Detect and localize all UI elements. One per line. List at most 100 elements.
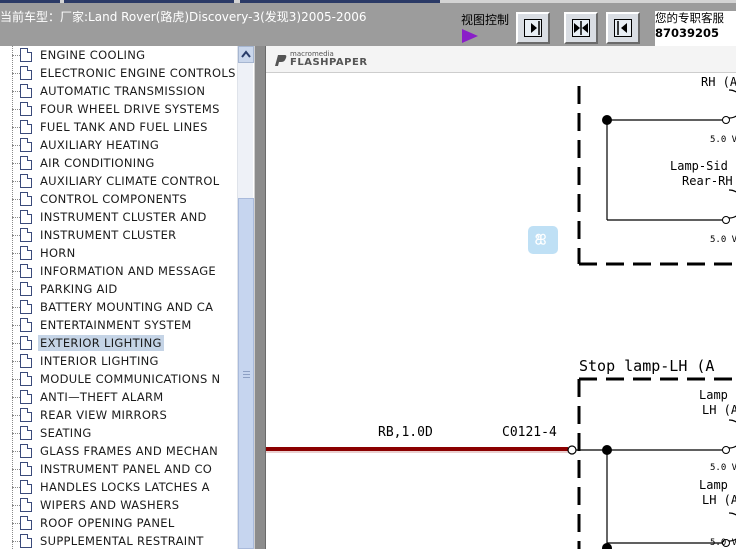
document-icon xyxy=(20,498,32,512)
sidebar-tree-item[interactable]: SUPPLEMENTAL RESTRAINT xyxy=(12,532,240,549)
diagram-junction xyxy=(602,115,612,125)
tree-connector xyxy=(12,289,20,290)
play-icon[interactable] xyxy=(462,29,478,43)
diagram-terminal xyxy=(722,446,730,454)
sidebar-item-label: FOUR WHEEL DRIVE SYSTEMS xyxy=(40,102,220,116)
sidebar-item-label: GLASS FRAMES AND MECHAN xyxy=(40,444,219,458)
sidebar-tree-item[interactable]: BATTERY MOUNTING AND CA xyxy=(12,298,240,316)
sidebar-tree-item[interactable]: AIR CONDITIONING xyxy=(12,154,240,172)
sidebar-item-label: INTERIOR LIGHTING xyxy=(40,354,159,368)
sidebar-tree-item[interactable]: FOUR WHEEL DRIVE SYSTEMS xyxy=(12,100,240,118)
tree-connector xyxy=(12,199,20,200)
sidebar-tree-item[interactable]: SEATING xyxy=(12,424,240,442)
sidebar-tree-item[interactable]: AUTOMATIC TRANSMISSION xyxy=(12,82,240,100)
arrow-left-icon xyxy=(617,21,627,35)
tree-connector xyxy=(12,307,20,308)
sidebar-scrollbar[interactable] xyxy=(237,46,254,549)
tree-connector xyxy=(12,505,20,506)
scroll-thumb[interactable] xyxy=(238,198,254,549)
lamp-label: Lamp-Sid xyxy=(670,159,728,173)
sidebar-tree-item[interactable]: REAR VIEW MIRRORS xyxy=(12,406,240,424)
sidebar-tree-item[interactable]: ENTERTAINMENT SYSTEM xyxy=(12,316,240,334)
sidebar-tree-item[interactable]: GLASS FRAMES AND MECHAN xyxy=(12,442,240,460)
sidebar-item-label: AIR CONDITIONING xyxy=(40,156,155,170)
document-icon xyxy=(20,372,32,386)
diagram-junction xyxy=(602,445,612,455)
sidebar-item-label: SEATING xyxy=(40,426,92,440)
sidebar-tree-item[interactable]: HORN xyxy=(12,244,240,262)
support-number: 87039205 xyxy=(655,26,720,40)
collapse-left-button[interactable] xyxy=(606,12,640,44)
tree-connector xyxy=(12,523,20,524)
lamp-symbol xyxy=(728,189,736,219)
tree-connector xyxy=(12,181,20,182)
wire-label: RB,1.0D xyxy=(378,425,433,440)
lamp-label: RH (A xyxy=(701,75,736,89)
sidebar-item-label: INSTRUMENT CLUSTER xyxy=(40,228,177,242)
chevron-up-icon xyxy=(241,50,251,58)
sidebar-item-label: SUPPLEMENTAL RESTRAINT xyxy=(40,534,204,548)
expand-right-button[interactable] xyxy=(516,12,550,44)
document-icon xyxy=(20,120,32,134)
document-icon xyxy=(20,300,32,314)
lamp-symbol xyxy=(728,89,736,119)
sidebar-tree-item[interactable]: CONTROL COMPONENTS xyxy=(12,190,240,208)
sidebar-item-label: BATTERY MOUNTING AND CA xyxy=(40,300,214,314)
sidebar-tree-item[interactable]: INFORMATION AND MESSAGE xyxy=(12,262,240,280)
sidebar-tree-item[interactable]: HANDLES LOCKS LATCHES A xyxy=(12,478,240,496)
lamp-label: LH (A xyxy=(702,493,736,507)
split-view-button[interactable] xyxy=(564,12,598,44)
tree-connector xyxy=(12,109,20,110)
document-icon xyxy=(20,156,32,170)
sidebar-tree-item[interactable]: FUEL TANK AND FUEL LINES xyxy=(12,118,240,136)
diagram-junction xyxy=(602,543,612,549)
sidebar-item-label: WIPERS AND WASHERS xyxy=(40,498,180,512)
sidebar-item-label: CONTROL COMPONENTS xyxy=(40,192,187,206)
floating-widget-icon[interactable]: ஐ xyxy=(528,226,558,254)
document-icon xyxy=(20,336,32,350)
sidebar-tree-item[interactable]: ELECTRONIC ENGINE CONTROLS xyxy=(12,64,240,82)
sidebar-item-label: MODULE COMMUNICATIONS N xyxy=(40,372,221,386)
document-icon xyxy=(20,390,32,404)
sidebar-tree-item[interactable]: EXTERIOR LIGHTING xyxy=(12,334,240,352)
sidebar-tree-item[interactable]: INTERIOR LIGHTING xyxy=(12,352,240,370)
tree-connector xyxy=(12,451,20,452)
top-bar: 当前车型：厂家:Land Rover(路虎)Discovery-3(发现3)20… xyxy=(0,0,736,46)
lamp-symbol xyxy=(728,512,736,542)
scroll-up-button[interactable] xyxy=(238,46,254,63)
voltage-label: 5.0 V xyxy=(710,235,736,245)
sidebar-item-label: AUXILIARY HEATING xyxy=(40,138,160,152)
support-contact: 您的专职客服 87039205 xyxy=(655,11,736,46)
lamp-label: Lamp xyxy=(699,388,728,402)
sidebar-tree-item[interactable]: AUXILIARY CLIMATE CONTROL xyxy=(12,172,240,190)
sidebar-tree-item[interactable]: MODULE COMMUNICATIONS N xyxy=(12,370,240,388)
lamp-label: LH (A xyxy=(702,403,736,417)
sidebar-item-label: INSTRUMENT PANEL AND CO xyxy=(40,462,213,476)
support-label: 您的专职客服 xyxy=(655,11,724,25)
document-icon xyxy=(20,318,32,332)
sidebar-item-label: FUEL TANK AND FUEL LINES xyxy=(40,120,208,134)
tree-connector xyxy=(12,541,20,542)
sidebar-item-label: INFORMATION AND MESSAGE xyxy=(40,264,216,278)
sidebar-tree-item[interactable]: ANTI—THEFT ALARM xyxy=(12,388,240,406)
voltage-label: 5.0 V xyxy=(710,538,736,548)
document-icon xyxy=(20,480,32,494)
sidebar-tree-item[interactable]: PARKING AID xyxy=(12,280,240,298)
sidebar-tree-item[interactable]: WIPERS AND WASHERS xyxy=(12,496,240,514)
tree-connector xyxy=(12,433,20,434)
sidebar-item-label: AUTOMATIC TRANSMISSION xyxy=(40,84,206,98)
diagram-terminal xyxy=(722,116,730,124)
sidebar-tree-item[interactable]: INSTRUMENT PANEL AND CO xyxy=(12,460,240,478)
vehicle-title: 当前车型：厂家:Land Rover(路虎)Discovery-3(发现3)20… xyxy=(0,10,367,24)
sidebar-item-label: ELECTRONIC ENGINE CONTROLS xyxy=(40,66,236,80)
sidebar-tree-item[interactable]: ENGINE COOLING xyxy=(12,46,240,64)
sidebar-tree-item[interactable]: INSTRUMENT CLUSTER xyxy=(12,226,240,244)
panel-divider[interactable] xyxy=(254,46,266,549)
sidebar-tree-item[interactable]: INSTRUMENT CLUSTER AND xyxy=(12,208,240,226)
document-icon xyxy=(20,102,32,116)
document-icon xyxy=(20,84,32,98)
sidebar-tree-item[interactable]: AUXILIARY HEATING xyxy=(12,136,240,154)
sidebar-tree-item[interactable]: ROOF OPENING PANEL xyxy=(12,514,240,532)
tree-connector xyxy=(12,379,20,380)
tree-connector xyxy=(12,325,20,326)
